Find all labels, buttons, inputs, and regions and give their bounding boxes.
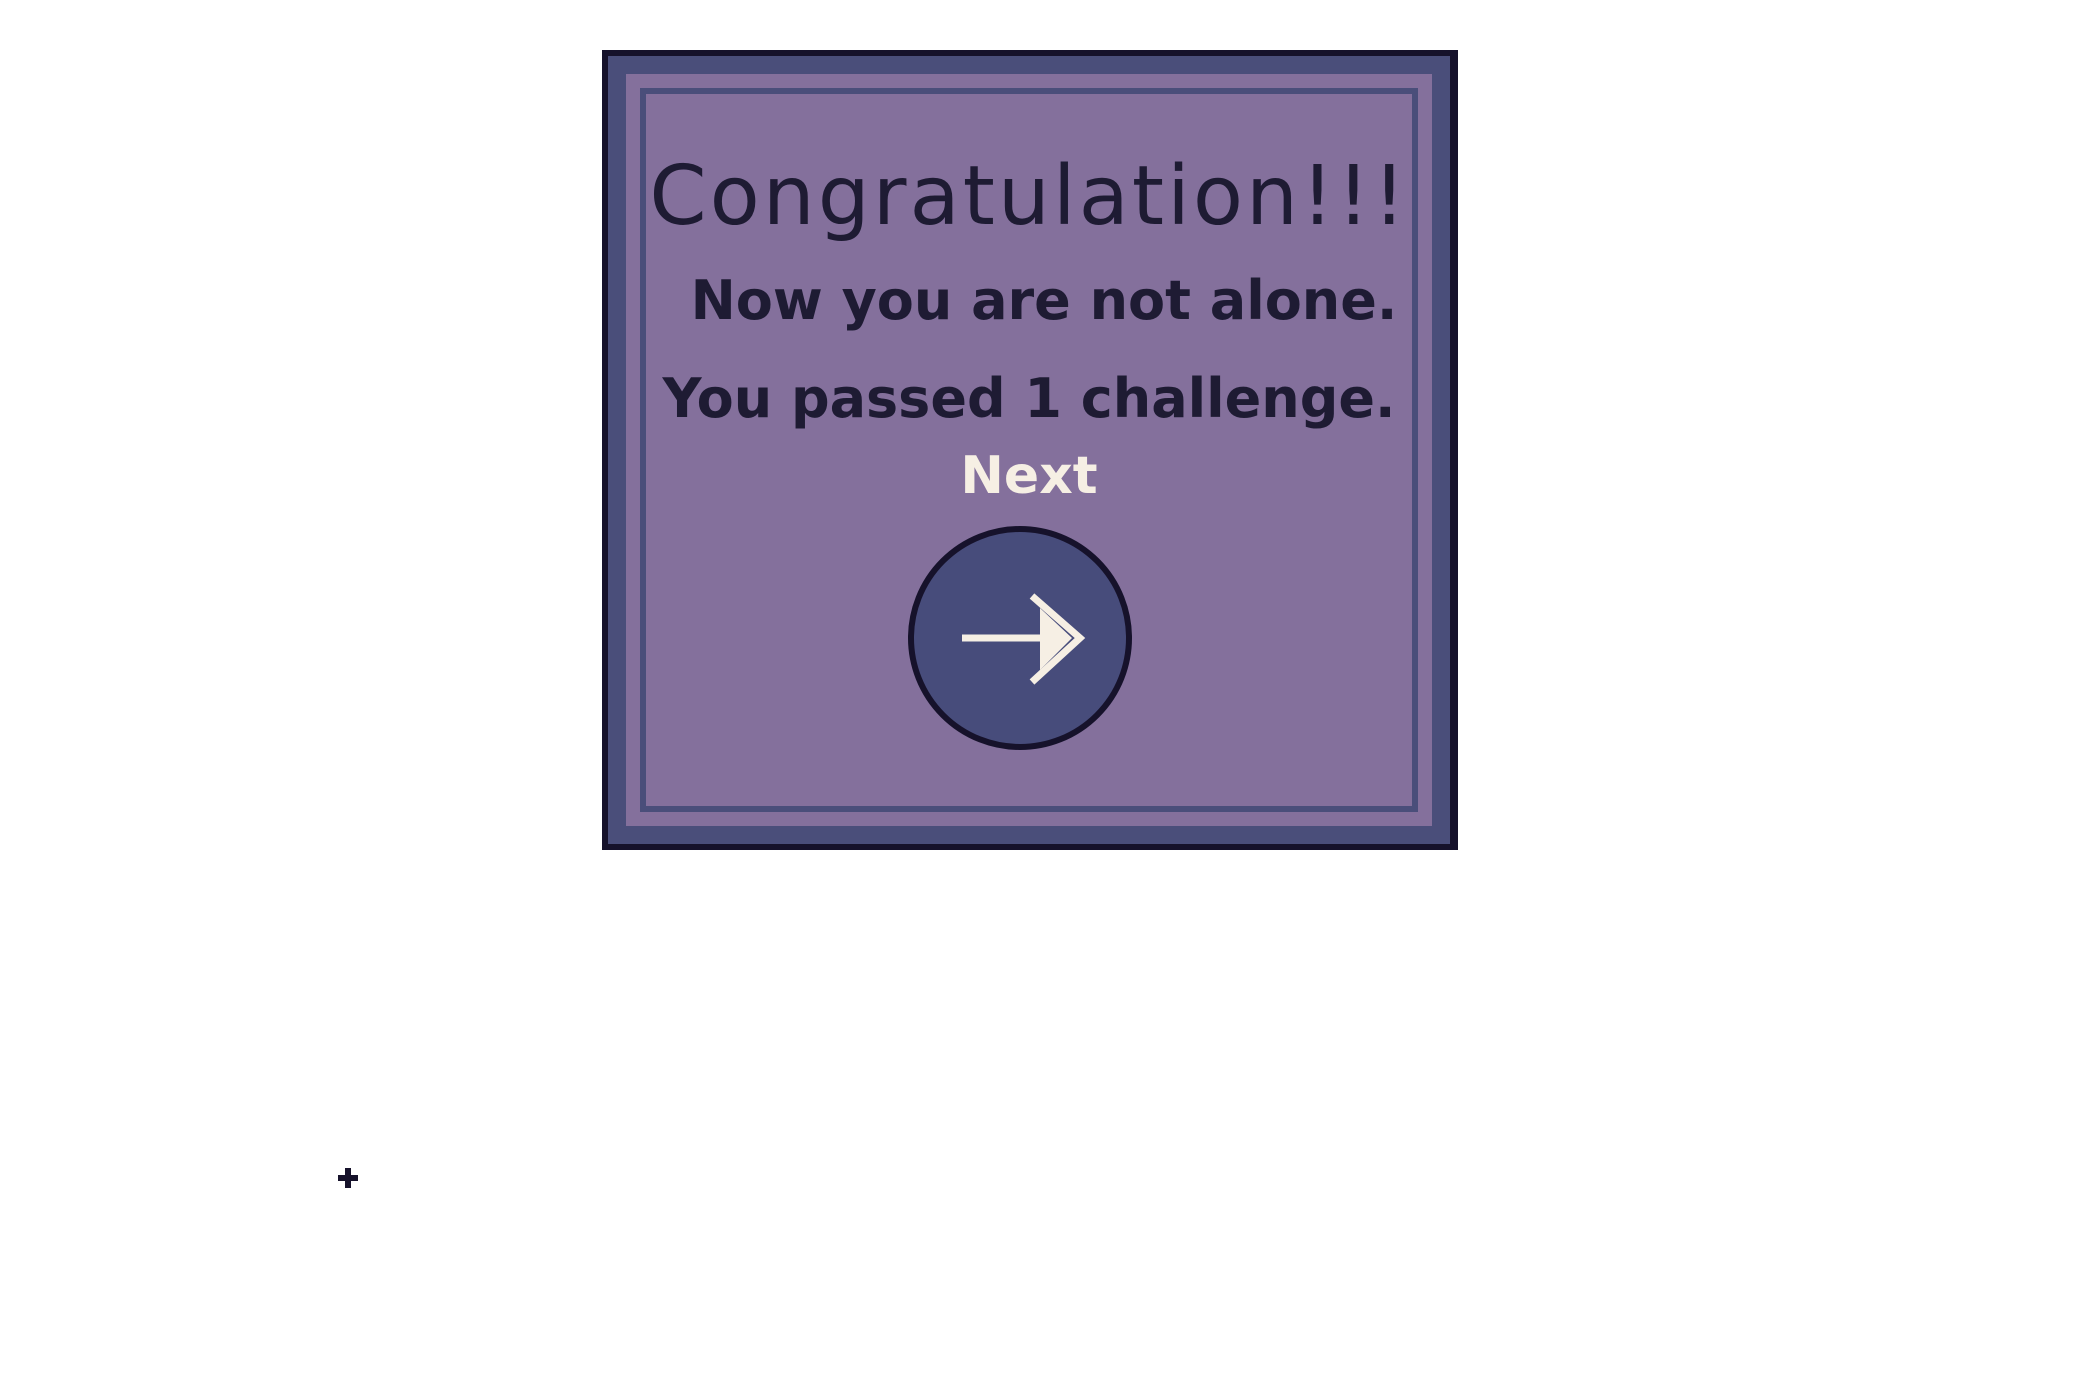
right-arrow-icon [962, 593, 1086, 685]
next-button[interactable] [908, 526, 1132, 750]
game-screen: Congratulation!!! Now you are not alone.… [0, 0, 2100, 1400]
message-line-2: You passed 1 challenge. [662, 367, 1396, 430]
next-label: Next [960, 446, 1098, 506]
congratulation-dialog: Congratulation!!! Now you are not alone.… [602, 50, 1458, 850]
message-line-1: Now you are not alone. [690, 269, 1398, 332]
crosshair-cursor-icon [338, 1168, 358, 1188]
dialog-panel: Congratulation!!! Now you are not alone.… [626, 74, 1432, 826]
dialog-title: Congratulation!!! [649, 149, 1409, 244]
